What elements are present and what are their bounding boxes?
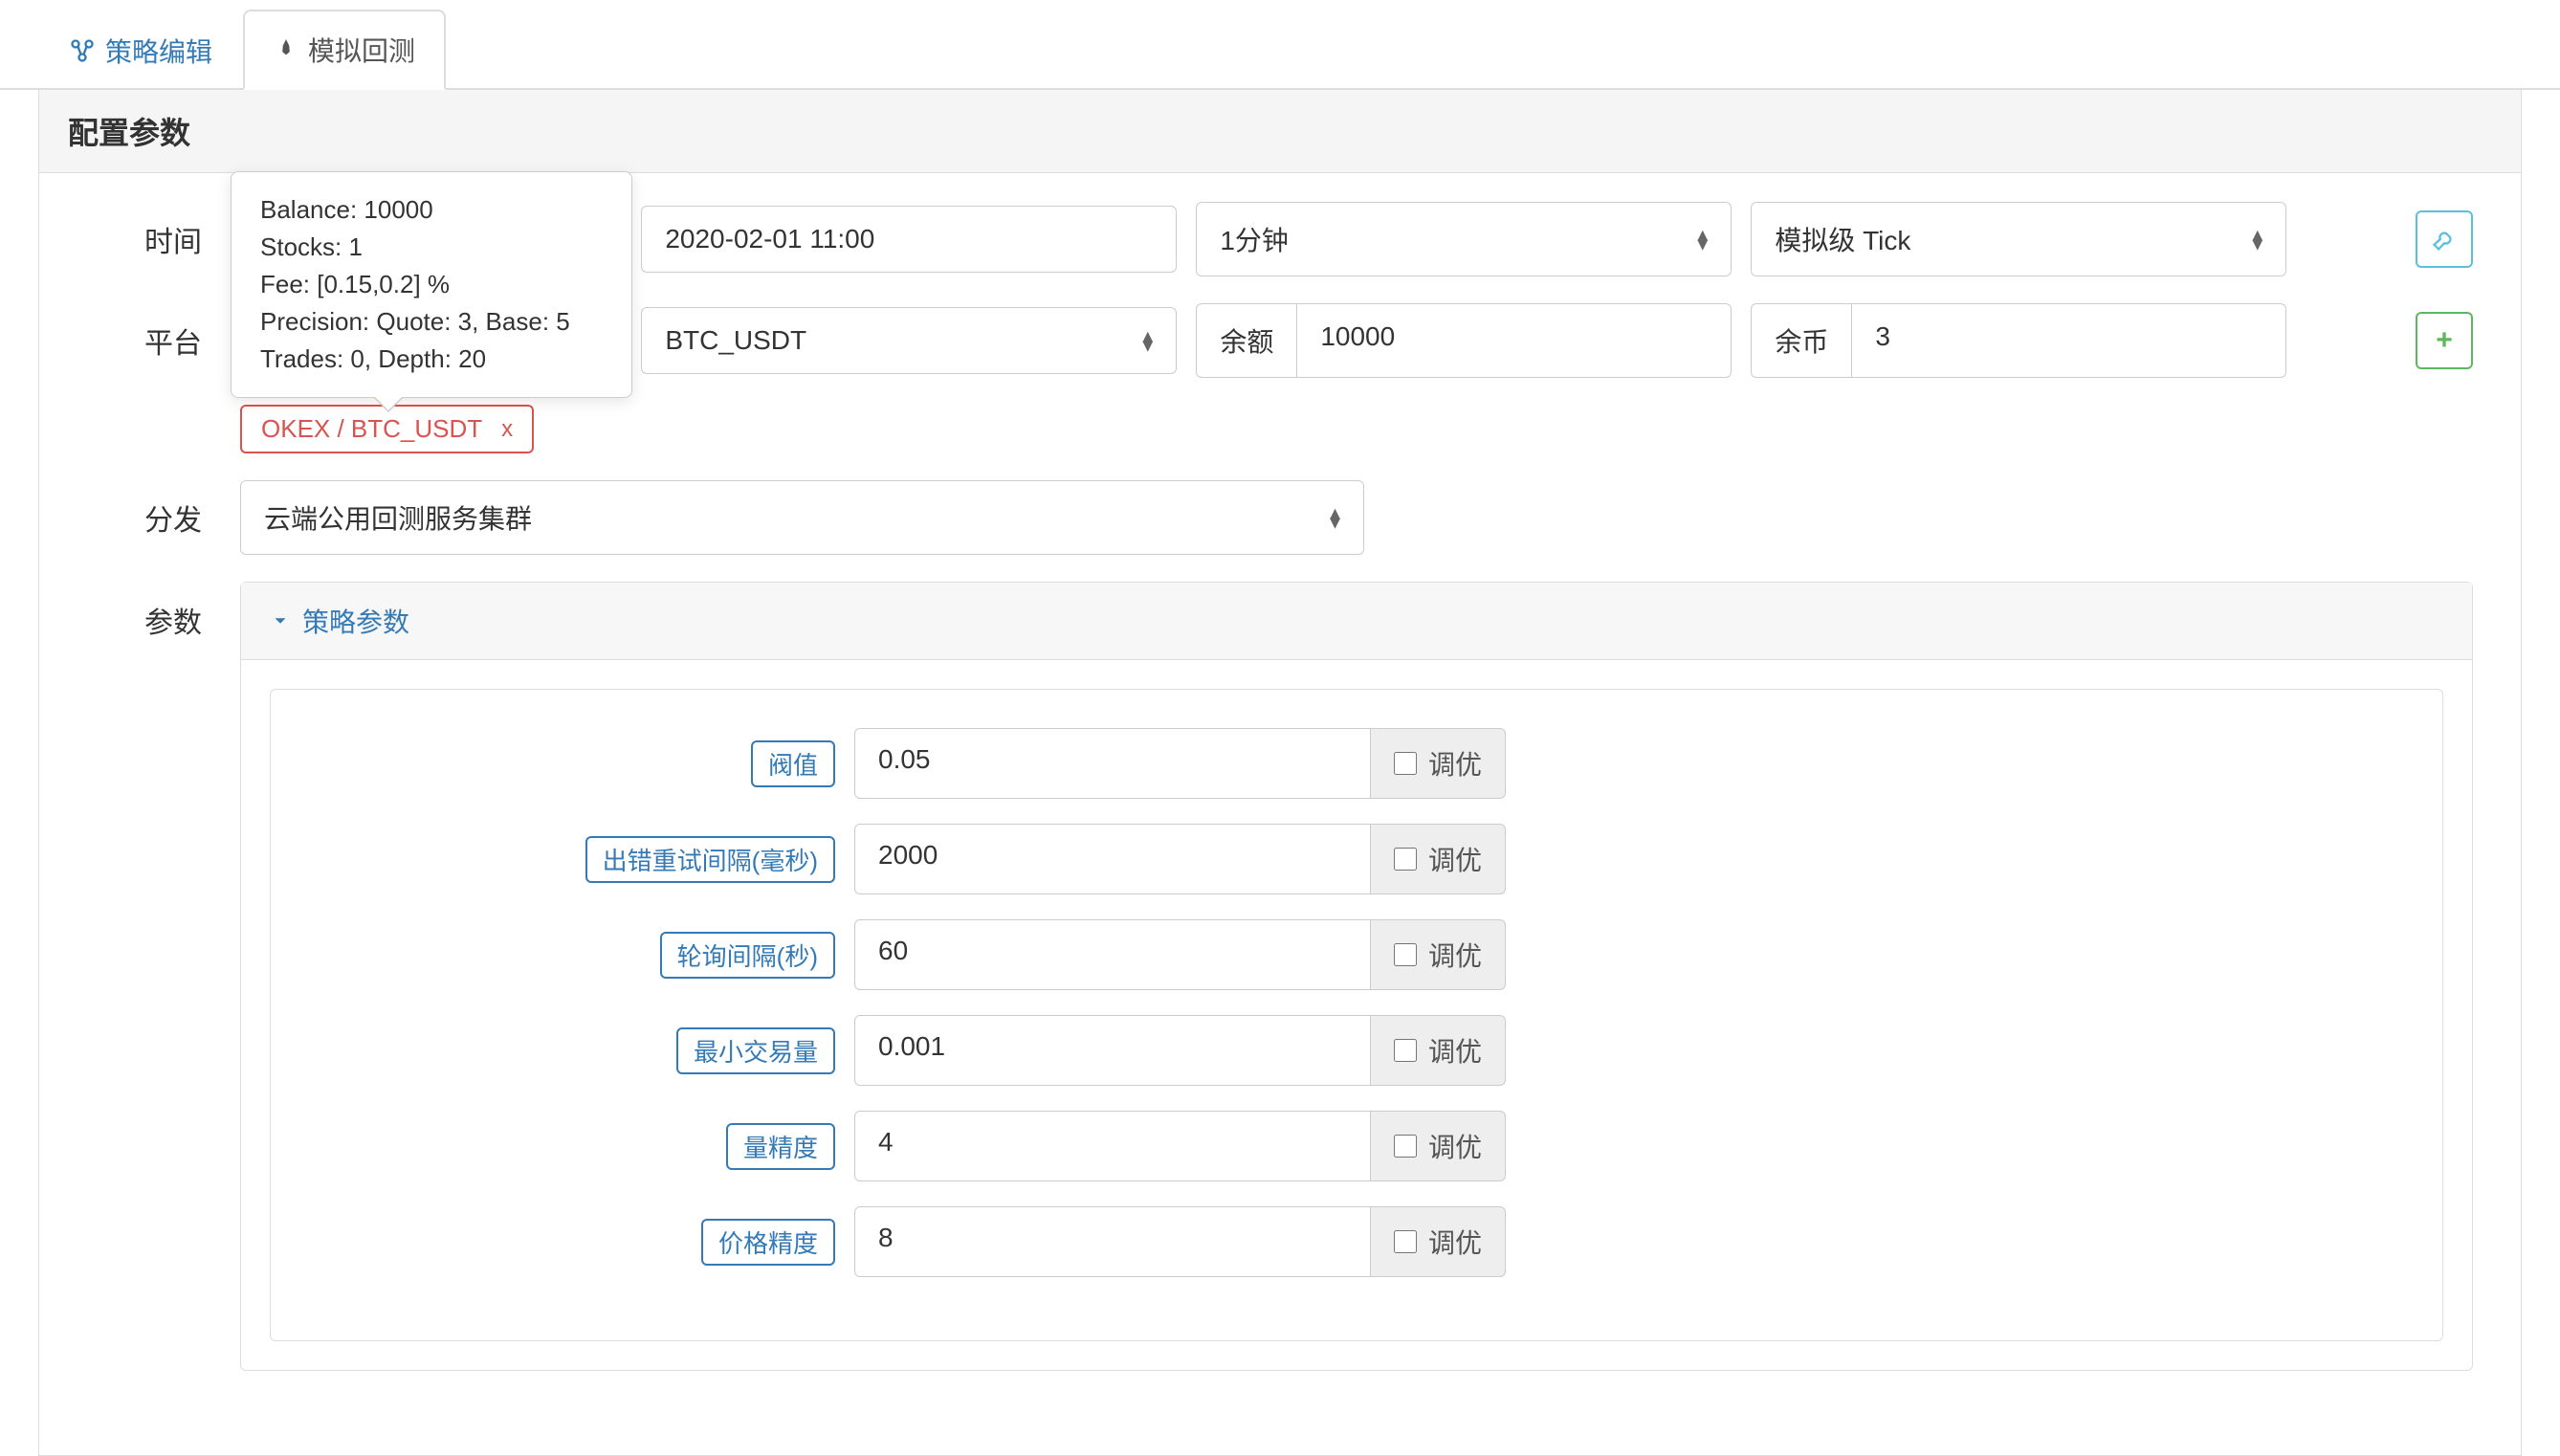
close-icon[interactable]: x [501, 416, 513, 443]
select-arrows-icon: ▴▾ [2252, 230, 2262, 249]
tune-checkbox[interactable] [1394, 943, 1417, 966]
balance-label: 余额 [1196, 303, 1296, 378]
tag-row: Balance: 10000 Stocks: 1 Fee: [0.15,0.2]… [49, 405, 2511, 453]
params-panel: 策略参数 阀值0.05调优出错重试间隔(毫秒)2000调优轮询间隔(秒)60调优… [240, 582, 2473, 1371]
tune-label: 调优 [1428, 744, 1482, 783]
params-panel-toggle[interactable]: 策略参数 [241, 583, 2472, 660]
param-tune-toggle[interactable]: 调优 [1371, 824, 1506, 894]
tune-label: 调优 [1428, 936, 1482, 974]
param-tune-toggle[interactable]: 调优 [1371, 728, 1506, 799]
balance-group: 余额 10000 [1196, 303, 1732, 378]
param-input[interactable]: 2000 [854, 824, 1371, 894]
params-container: 策略参数 阀值0.05调优出错重试间隔(毫秒)2000调优轮询间隔(秒)60调优… [240, 582, 2473, 1371]
tune-checkbox[interactable] [1394, 848, 1417, 871]
param-label-wrap: 最小交易量 [299, 1027, 835, 1074]
param-label: 最小交易量 [676, 1027, 835, 1074]
tab-label: 模拟回测 [308, 31, 415, 69]
param-input-group: 8 调优 [854, 1206, 1506, 1277]
share-icon [69, 37, 96, 64]
settings-button[interactable] [2416, 210, 2473, 268]
param-row: 阀值 0.05 调优 [299, 728, 2414, 799]
param-label: 出错重试间隔(毫秒) [585, 836, 835, 883]
select-arrows-icon: ▴▾ [1142, 331, 1153, 350]
param-input[interactable]: 8 [854, 1206, 1371, 1277]
param-input[interactable]: 0.05 [854, 728, 1371, 799]
tune-checkbox[interactable] [1394, 752, 1417, 775]
row-dispatch: 分发 云端公用回测服务集群 ▴▾ [49, 480, 2511, 555]
tab-strategy-edit[interactable]: 策略编辑 [38, 10, 243, 90]
row-params: 参数 策略参数 阀值0.05调优出错重试间隔(毫秒)2000调优轮询间隔(秒)6… [49, 582, 2511, 1371]
config-panel: 配置参数 时间 - 2020-02-01 11:00 1分钟 ▴▾ 模拟级 Ti… [38, 90, 2522, 1456]
tooltip-line: Balance: 10000 [260, 191, 603, 229]
plus-icon: + [2436, 324, 2453, 357]
param-tune-toggle[interactable]: 调优 [1371, 1015, 1506, 1086]
chevron-down-icon [270, 610, 291, 631]
tune-label: 调优 [1428, 1127, 1482, 1165]
select-arrows-icon: ▴▾ [1330, 508, 1340, 527]
params-list: 阀值0.05调优出错重试间隔(毫秒)2000调优轮询间隔(秒)60调优最小交易量… [270, 689, 2443, 1341]
param-input-group: 0.001 调优 [854, 1015, 1506, 1086]
param-label-wrap: 价格精度 [299, 1219, 835, 1266]
tag-text: OKEX / BTC_USDT [261, 414, 482, 444]
label-params: 参数 [49, 582, 221, 641]
param-tune-toggle[interactable]: 调优 [1371, 1111, 1506, 1181]
param-row: 量精度 4 调优 [299, 1111, 2414, 1181]
param-input[interactable]: 4 [854, 1111, 1371, 1181]
param-input-group: 60 调优 [854, 919, 1506, 990]
wrench-icon [2431, 226, 2458, 253]
tune-label: 调优 [1428, 1223, 1482, 1261]
tab-label: 策略编辑 [105, 32, 212, 70]
tab-backtest[interactable]: 模拟回测 [243, 10, 446, 90]
stock-group: 余币 3 [1751, 303, 2286, 378]
interval-select[interactable]: 1分钟 ▴▾ [1196, 202, 1732, 276]
tune-label: 调优 [1428, 840, 1482, 878]
add-button[interactable]: + [2416, 312, 2473, 369]
param-input[interactable]: 60 [854, 919, 1371, 990]
param-label: 量精度 [726, 1123, 835, 1170]
tooltip-line: Precision: Quote: 3, Base: 5 [260, 303, 603, 341]
tooltip-line: Trades: 0, Depth: 20 [260, 341, 603, 378]
param-label-wrap: 轮询间隔(秒) [299, 932, 835, 979]
param-input-group: 4 调优 [854, 1111, 1506, 1181]
label-time: 时间 [49, 218, 221, 260]
param-row: 轮询间隔(秒) 60 调优 [299, 919, 2414, 990]
param-label: 轮询间隔(秒) [660, 932, 835, 979]
stock-label: 余币 [1751, 303, 1851, 378]
panel-title: 配置参数 [38, 90, 2522, 173]
tooltip: Balance: 10000 Stocks: 1 Fee: [0.15,0.2]… [231, 171, 632, 398]
label-platform: 平台 [49, 320, 221, 362]
stock-input[interactable]: 3 [1851, 303, 2286, 378]
param-input-group: 2000 调优 [854, 824, 1506, 894]
tick-mode-select[interactable]: 模拟级 Tick ▴▾ [1751, 202, 2286, 276]
tune-label: 调优 [1428, 1031, 1482, 1070]
dispatch-select[interactable]: 云端公用回测服务集群 ▴▾ [240, 480, 1364, 555]
param-tune-toggle[interactable]: 调优 [1371, 1206, 1506, 1277]
tune-checkbox[interactable] [1394, 1039, 1417, 1062]
tune-checkbox[interactable] [1394, 1135, 1417, 1158]
tune-checkbox[interactable] [1394, 1230, 1417, 1253]
param-row: 最小交易量 0.001 调优 [299, 1015, 2414, 1086]
param-row: 出错重试间隔(毫秒) 2000 调优 [299, 824, 2414, 894]
balance-input[interactable]: 10000 [1296, 303, 1732, 378]
param-label-wrap: 阀值 [299, 740, 835, 787]
label-dispatch: 分发 [49, 496, 221, 539]
param-label: 阀值 [751, 740, 835, 787]
rocket-icon [274, 37, 298, 62]
tooltip-line: Fee: [0.15,0.2] % [260, 266, 603, 303]
param-row: 价格精度 8 调优 [299, 1206, 2414, 1277]
param-tune-toggle[interactable]: 调优 [1371, 919, 1506, 990]
pair-select[interactable]: BTC_USDT ▴▾ [641, 307, 1177, 374]
tooltip-line: Stocks: 1 [260, 229, 603, 266]
select-arrows-icon: ▴▾ [1697, 230, 1708, 249]
param-input-group: 0.05 调优 [854, 728, 1506, 799]
param-label: 价格精度 [701, 1219, 835, 1266]
end-date-input[interactable]: 2020-02-01 11:00 [641, 206, 1177, 273]
tabs: 策略编辑 模拟回测 [0, 10, 2560, 90]
param-label-wrap: 量精度 [299, 1123, 835, 1170]
param-label-wrap: 出错重试间隔(毫秒) [299, 836, 835, 883]
param-input[interactable]: 0.001 [854, 1015, 1371, 1086]
panel-body: 时间 - 2020-02-01 11:00 1分钟 ▴▾ 模拟级 Tick ▴▾… [38, 173, 2522, 1456]
